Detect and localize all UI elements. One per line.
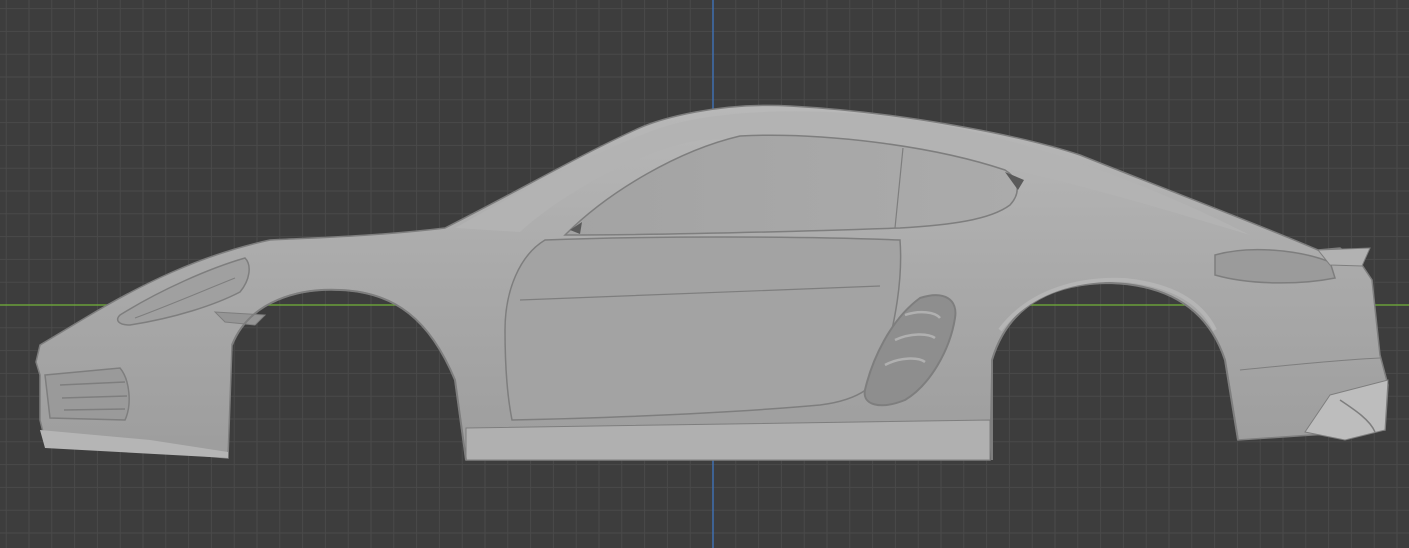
viewport-canvas[interactable]	[0, 0, 1409, 548]
3d-viewport[interactable]	[0, 0, 1409, 548]
front-intake-slat-3	[63, 408, 126, 411]
door-panel	[504, 236, 902, 421]
front-bumper-intake	[44, 367, 130, 421]
